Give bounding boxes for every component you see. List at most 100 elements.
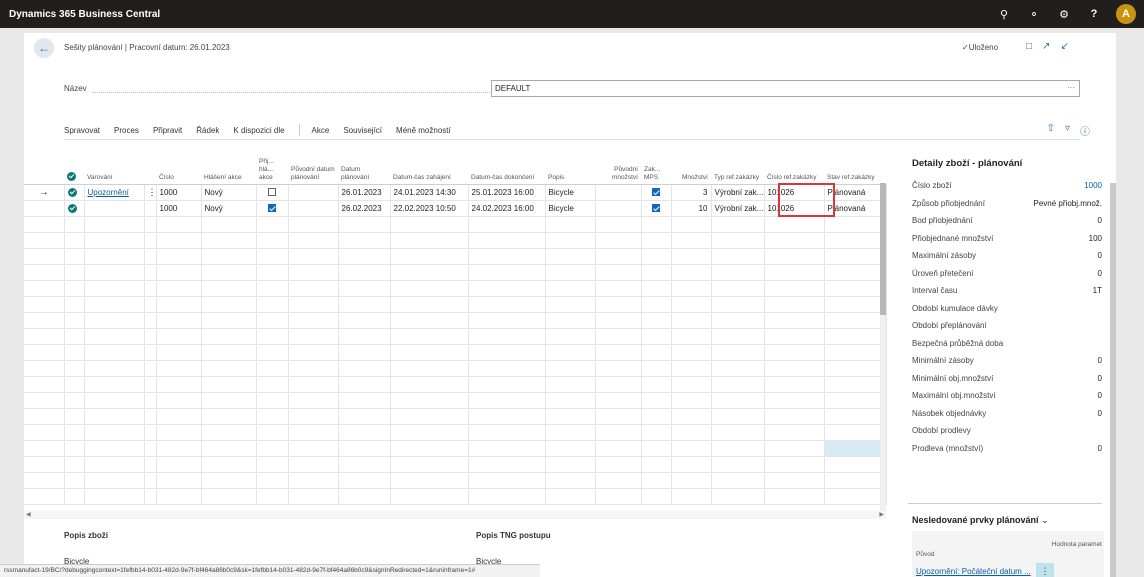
empty-cell[interactable] <box>764 312 825 329</box>
empty-cell[interactable] <box>671 312 712 329</box>
empty-cell[interactable] <box>641 360 672 377</box>
quantity-cell[interactable]: 10 <box>671 200 712 217</box>
empty-cell[interactable] <box>468 296 546 313</box>
empty-cell[interactable] <box>24 376 65 393</box>
empty-cell[interactable] <box>156 264 202 281</box>
empty-cell[interactable] <box>144 488 157 505</box>
empty-cell[interactable] <box>338 328 391 345</box>
action-message-cell[interactable]: Nový <box>201 184 257 201</box>
table-row[interactable]: 1000 Nový 26.02.2023 22.02.2023 10:50 24… <box>24 200 887 217</box>
empty-cell[interactable] <box>595 456 642 473</box>
empty-cell[interactable] <box>156 280 202 297</box>
empty-cell[interactable] <box>641 216 672 233</box>
empty-cell[interactable] <box>468 360 546 377</box>
col-ref-no[interactable]: Číslo ref.zakázky <box>764 151 824 185</box>
empty-cell[interactable] <box>545 296 596 313</box>
empty-cell[interactable] <box>256 424 289 441</box>
empty-cell[interactable] <box>641 408 672 425</box>
empty-cell[interactable] <box>256 360 289 377</box>
empty-cell[interactable] <box>671 280 712 297</box>
empty-cell[interactable] <box>545 216 596 233</box>
empty-cell[interactable] <box>764 488 825 505</box>
empty-cell[interactable] <box>64 216 85 233</box>
empty-cell[interactable] <box>764 392 825 409</box>
col-end[interactable]: Datum-čas dokončení <box>468 151 545 185</box>
empty-cell[interactable] <box>671 392 712 409</box>
empty-cell[interactable] <box>641 472 672 489</box>
empty-cell[interactable] <box>288 488 339 505</box>
factbox-row-value[interactable]: 1000 <box>1084 181 1102 190</box>
empty-cell[interactable] <box>156 248 202 265</box>
empty-cell[interactable] <box>256 264 289 281</box>
lookup-button[interactable]: ··· <box>1067 83 1075 92</box>
empty-cell[interactable] <box>156 376 202 393</box>
empty-cell[interactable] <box>711 488 765 505</box>
empty-cell[interactable] <box>84 248 145 265</box>
empty-cell[interactable] <box>201 440 257 457</box>
empty-cell[interactable] <box>545 328 596 345</box>
empty-row[interactable] <box>24 472 887 489</box>
empty-cell[interactable] <box>144 328 157 345</box>
empty-cell[interactable] <box>671 456 712 473</box>
action-fewer-options[interactable]: Méně možností <box>396 126 451 135</box>
empty-cell[interactable] <box>545 440 596 457</box>
empty-cell[interactable] <box>338 360 391 377</box>
empty-cell[interactable] <box>288 392 339 409</box>
empty-cell[interactable] <box>545 472 596 489</box>
empty-cell[interactable] <box>545 264 596 281</box>
empty-cell[interactable] <box>64 360 85 377</box>
empty-cell[interactable] <box>84 472 145 489</box>
empty-cell[interactable] <box>144 392 157 409</box>
description-cell[interactable]: Bicycle <box>545 184 596 201</box>
empty-cell[interactable] <box>338 488 391 505</box>
empty-cell[interactable] <box>468 392 546 409</box>
empty-cell[interactable] <box>201 216 257 233</box>
empty-cell[interactable] <box>824 232 887 249</box>
empty-cell[interactable] <box>288 408 339 425</box>
empty-cell[interactable] <box>288 472 339 489</box>
action-message-cell[interactable]: Nový <box>201 200 257 217</box>
empty-cell[interactable] <box>764 248 825 265</box>
empty-cell[interactable] <box>156 232 202 249</box>
empty-cell[interactable] <box>595 376 642 393</box>
empty-cell[interactable] <box>764 232 825 249</box>
empty-cell[interactable] <box>338 248 391 265</box>
empty-cell[interactable] <box>84 488 145 505</box>
empty-cell[interactable] <box>288 376 339 393</box>
empty-cell[interactable] <box>824 488 887 505</box>
empty-cell[interactable] <box>64 472 85 489</box>
empty-cell[interactable] <box>288 280 339 297</box>
due-date-cell[interactable]: 26.01.2023 <box>338 184 391 201</box>
empty-cell[interactable] <box>84 280 145 297</box>
empty-cell[interactable] <box>824 392 887 409</box>
empty-cell[interactable] <box>671 360 712 377</box>
empty-cell[interactable] <box>545 408 596 425</box>
action-process[interactable]: Proces <box>114 126 139 135</box>
empty-cell[interactable] <box>24 344 65 361</box>
empty-cell[interactable] <box>711 344 765 361</box>
empty-cell[interactable] <box>545 232 596 249</box>
empty-cell[interactable] <box>64 280 85 297</box>
empty-cell[interactable] <box>338 232 391 249</box>
col-action-message[interactable]: Hlášení akce <box>201 151 256 185</box>
empty-cell[interactable] <box>595 408 642 425</box>
empty-cell[interactable] <box>641 392 672 409</box>
empty-cell[interactable] <box>824 424 887 441</box>
col-quantity[interactable]: Množství <box>671 151 711 185</box>
empty-cell[interactable] <box>468 472 546 489</box>
empty-cell[interactable] <box>144 312 157 329</box>
empty-cell[interactable] <box>156 360 202 377</box>
empty-cell[interactable] <box>256 472 289 489</box>
empty-cell[interactable] <box>595 392 642 409</box>
empty-cell[interactable] <box>711 248 765 265</box>
empty-row[interactable] <box>24 232 887 249</box>
empty-cell[interactable] <box>641 232 672 249</box>
mps-cell[interactable] <box>641 184 672 201</box>
empty-cell[interactable] <box>201 424 257 441</box>
empty-cell[interactable] <box>144 360 157 377</box>
empty-cell[interactable] <box>24 216 65 233</box>
empty-cell[interactable] <box>711 280 765 297</box>
empty-cell[interactable] <box>641 376 672 393</box>
empty-cell[interactable] <box>545 280 596 297</box>
empty-cell[interactable] <box>595 264 642 281</box>
